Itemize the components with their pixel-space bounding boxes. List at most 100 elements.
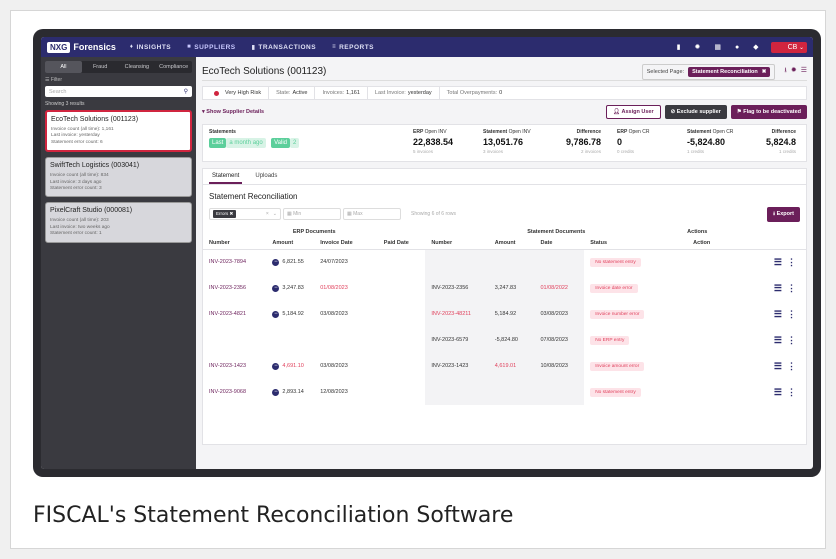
summary-sub: 2 invoices (581, 149, 602, 154)
tab-fraud[interactable]: Fraud (82, 61, 119, 73)
list-icon[interactable]: ☰ (801, 66, 807, 77)
summary-title: ERP (617, 129, 628, 135)
min-date-input[interactable]: ▦ Min (283, 208, 341, 220)
more-icon[interactable]: ⋮ (787, 335, 796, 345)
overpay-label: Total Overpayments: (446, 90, 498, 96)
erp-invoice-date: 01/08/2023 (320, 285, 348, 291)
error-chip[interactable]: Errors ✖ (213, 210, 237, 218)
grid-icon: ≡ (332, 44, 337, 50)
clear-icon[interactable]: × (266, 211, 269, 217)
collapse-icon[interactable]: − (272, 388, 280, 396)
supplier-card-pixelcraft[interactable]: PixelCraft Studio (000081) Invoice count… (45, 202, 192, 243)
table-row[interactable]: INV-2023-7894 −6,821.55 24/07/2023 No state… (203, 249, 806, 275)
chevron-down-icon[interactable]: ⌄ (273, 211, 277, 217)
tab-uploads[interactable]: Uploads (252, 169, 280, 184)
nav-label: REPORTS (339, 43, 374, 51)
show-details-toggle[interactable]: ▾ Show Supplier Details (202, 109, 264, 115)
collapse-icon[interactable]: − (272, 362, 280, 370)
main-content: EcoTech Solutions (001123) Selected Page… (196, 57, 813, 469)
list-icon[interactable]: ☰ (774, 361, 782, 371)
last-invoice-field: Last Invoice: yesterday (368, 86, 440, 100)
state-value: Active (292, 90, 308, 96)
list-icon[interactable]: ☰ (774, 257, 782, 267)
col-erp-number[interactable]: Number (203, 237, 267, 250)
erp-number-link[interactable]: INV-2023-7894 (209, 259, 246, 265)
col-st-number[interactable]: Number (425, 237, 489, 250)
erp-number-link[interactable]: INV-2023-4821 (209, 311, 246, 317)
col-erp-amount[interactable]: Amount (266, 237, 315, 250)
calendar-icon[interactable]: ▦ (714, 43, 721, 51)
nav-item-reports[interactable]: ≡ REPORTS (332, 44, 374, 51)
exclude-supplier-button[interactable]: ⊘ Exclude supplier (664, 105, 727, 119)
article-frame: NXG Forensics ♦ INSIGHTS ■ SUPPLIERS ▮ TRAN… (10, 10, 826, 549)
nav-item-suppliers[interactable]: ■ SUPPLIERS (187, 44, 235, 51)
collapse-icon[interactable]: − (272, 310, 280, 318)
search-input[interactable]: Search ⚲ (45, 86, 192, 97)
table-row[interactable]: INV-2023-4821−5,184.92 03/08/2023 INV-2023… (203, 301, 806, 327)
gear-icon[interactable]: ✹ (791, 66, 797, 77)
page-selector[interactable]: Selected Page: Statement Reconciliation ✖ (641, 63, 776, 80)
brand-name: Forensics (73, 42, 116, 52)
more-icon[interactable]: ⋮ (787, 257, 796, 267)
table-row[interactable]: INV-2023-2356−3,247.83 01/08/2023 INV-2023… (203, 275, 806, 301)
status-badge: Invoice date error (590, 283, 638, 293)
search-icon[interactable]: ⚲ (184, 88, 188, 95)
tab-statement[interactable]: Statement (209, 169, 243, 184)
col-action[interactable]: Action (687, 237, 806, 250)
table-row[interactable]: INV-2023-9068 −2,893.14 12/08/2023 No state… (203, 379, 806, 405)
tab-all[interactable]: All (45, 61, 82, 73)
more-icon[interactable]: ⋮ (787, 361, 796, 371)
assign-user-button[interactable]: 👤︎ Assign User (605, 105, 661, 119)
search-placeholder: Search (49, 88, 67, 95)
filter-toggle[interactable]: ☰ Filter (45, 77, 192, 83)
gear-icon[interactable]: ✹ (694, 43, 700, 51)
more-icon[interactable]: ⋮ (787, 309, 796, 319)
brand-logo[interactable]: NXG Forensics (47, 41, 116, 53)
col-paid-date[interactable]: Paid Date (377, 237, 426, 250)
more-icon[interactable]: ⋮ (787, 283, 796, 293)
list-icon[interactable]: ☰ (774, 335, 782, 345)
col-st-amount[interactable]: Amount (488, 237, 535, 250)
close-icon[interactable]: ✖ (762, 69, 767, 75)
list-icon[interactable]: ☰ (774, 283, 782, 293)
selected-page-chip[interactable]: Statement Reconciliation ✖ (688, 66, 771, 77)
more-icon[interactable]: ⋮ (787, 387, 796, 397)
col-st-date[interactable]: Date (534, 237, 585, 250)
erp-number-link[interactable]: INV-2023-1423 (209, 363, 246, 369)
avatar[interactable]: CB ⌄ (770, 41, 807, 53)
table-row[interactable]: INV-2023-6579 -5,824.80 07/08/2023 No ERP e… (203, 327, 806, 353)
filter-bar: Errors ✖ × ⌄ ▦ Min ▦ Max Showing 6 of 6 … (209, 206, 800, 222)
tab-compliance[interactable]: Compliance (155, 61, 192, 73)
erp-number-link[interactable]: INV-2023-2356 (209, 285, 246, 291)
supplier-card-ecotech[interactable]: EcoTech Solutions (001123) Invoice count… (45, 110, 192, 153)
tab-cleansing[interactable]: Cleansing (119, 61, 156, 73)
summary-title: ERP (413, 129, 424, 135)
col-invoice-date[interactable]: Invoice Date (314, 237, 378, 250)
nav-item-insights[interactable]: ♦ INSIGHTS (130, 44, 171, 51)
max-date-input[interactable]: ▦ Max (343, 208, 401, 220)
list-icon[interactable]: ☰ (774, 387, 782, 397)
supplier-name: EcoTech Solutions (001123) (51, 116, 139, 123)
paid-date-cell (378, 353, 426, 379)
erp-invoice-date: 24/07/2023 (320, 259, 348, 266)
doc-icon[interactable]: ▮ (677, 43, 681, 51)
help-icon[interactable]: ● (735, 44, 739, 51)
block-icon: ⊘ (670, 109, 676, 115)
statements-block: Statements Last a month ago Valid 2 (209, 129, 300, 148)
collapse-icon[interactable]: − (272, 258, 280, 266)
nav-item-transactions[interactable]: ▮ TRANSACTIONS (252, 44, 316, 51)
table-row[interactable]: INV-2023-1423 −4,691.10 03/08/2023 INV-2023… (203, 353, 806, 379)
export-button[interactable]: ⭳ Export (767, 206, 800, 222)
download-icon[interactable]: ⭳ (784, 66, 786, 77)
calendar-icon: ▦ (287, 211, 292, 217)
invoices-label: Invoices: (322, 90, 345, 96)
supplier-card-swifttech[interactable]: SwiftTech Logistics (003041) Invoice cou… (45, 157, 192, 198)
list-icon[interactable]: ☰ (774, 309, 782, 319)
chat-icon[interactable]: ◆ (753, 43, 758, 51)
col-status[interactable]: Status (584, 237, 688, 250)
erp-number-link[interactable]: INV-2023-9068 (209, 389, 246, 395)
erp-amount: 5,184.92 (282, 311, 304, 317)
flag-deactivate-button[interactable]: ⚑ Flag to be deactivated (730, 105, 807, 119)
collapse-icon[interactable]: − (272, 284, 280, 292)
error-filter-select[interactable]: Errors ✖ × ⌄ (209, 208, 281, 220)
